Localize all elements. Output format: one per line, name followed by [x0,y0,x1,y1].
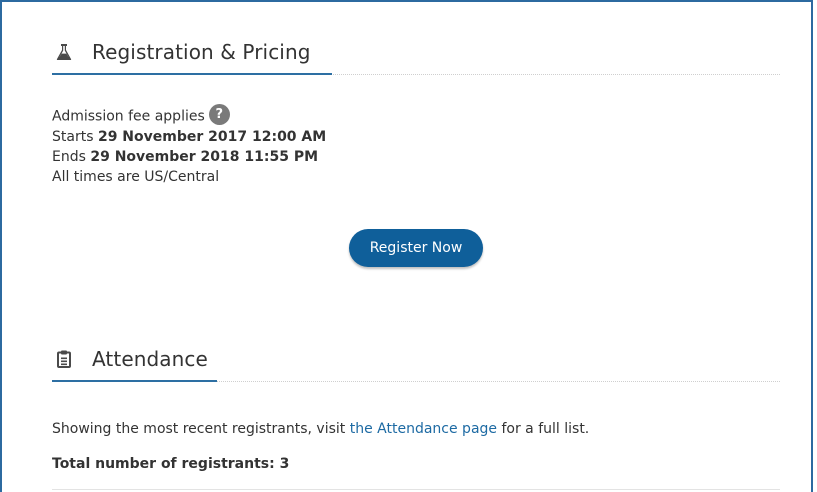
admission-line: Admission fee applies? [52,104,326,127]
ends-label: Ends [52,149,86,165]
attendance-section-header: Attendance [52,342,780,382]
attendance-title: Attendance [92,347,208,371]
ends-value: 29 November 2018 11:55 PM [90,149,319,165]
flask-icon [54,42,74,62]
clipboard-icon [54,349,74,369]
total-registrants: Total number of registrants: 3 [52,456,290,472]
divider-accent [52,380,217,382]
divider-accent [52,73,332,75]
registration-details: Admission fee applies? Starts 29 Novembe… [52,104,326,187]
admission-text: Admission fee applies [52,108,205,125]
ends-line: Ends 29 November 2018 11:55 PM [52,147,326,167]
section-divider [52,73,780,75]
content-panel: Registration & Pricing Admission fee app… [0,0,813,492]
help-icon[interactable]: ? [208,104,230,125]
attendance-intro-suffix: for a full list. [497,421,590,437]
timezone-note: All times are US/Central [52,169,220,185]
starts-line: Starts 29 November 2017 12:00 AM [52,127,326,147]
section-divider [52,380,780,382]
registration-title: Registration & Pricing [92,40,311,64]
attendance-intro-prefix: Showing the most recent registrants, vis… [52,421,350,437]
register-now-button[interactable]: Register Now [349,229,483,267]
attendance-details: Showing the most recent registrants, vis… [52,418,780,474]
registration-section-header: Registration & Pricing [52,35,780,75]
attendance-intro: Showing the most recent registrants, vis… [52,418,780,440]
starts-label: Starts [52,129,94,145]
starts-value: 29 November 2017 12:00 AM [97,129,327,145]
attendance-page-link[interactable]: the Attendance page [350,421,497,437]
